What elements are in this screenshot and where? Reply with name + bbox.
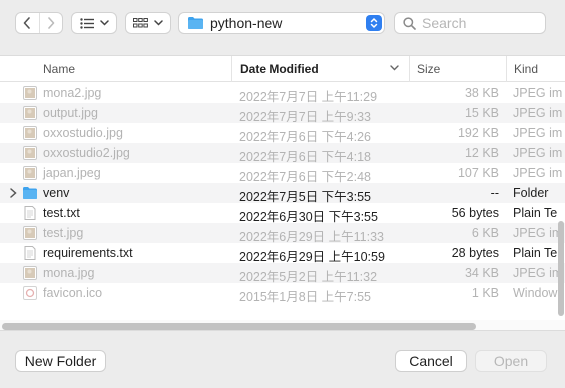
file-kind: JPEG im bbox=[513, 146, 563, 160]
current-folder-name: python-new bbox=[210, 15, 283, 31]
file-size: 34 KB bbox=[464, 266, 499, 280]
file-row: favicon.ico 2015年1月8日 上午7:55 1 KB Window bbox=[0, 283, 565, 304]
file-kind: Plain Te bbox=[513, 206, 558, 220]
open-button[interactable]: Open bbox=[475, 350, 547, 372]
column-header-kind[interactable]: Kind bbox=[506, 56, 565, 82]
file-row: oxxostudio.jpg 2022年7月6日 下午4:26 192 KB JPEG… bbox=[0, 123, 565, 144]
image-file-icon bbox=[22, 125, 38, 141]
file-size: 38 KB bbox=[464, 86, 499, 100]
file-row: oxxostudio2.jpg 2022年7月6日 下午4:18 12 KB JPEG… bbox=[0, 143, 565, 164]
column-header-size[interactable]: Size bbox=[409, 56, 506, 82]
chevron-down-icon bbox=[154, 20, 163, 26]
grid-view-button[interactable] bbox=[125, 12, 171, 34]
toolbar: python-new bbox=[0, 0, 565, 46]
file-row[interactable]: test.txt 2022年6月30日 下午3:55 56 bytes Plain T… bbox=[0, 203, 565, 224]
folder-icon bbox=[188, 17, 203, 29]
chevron-right-icon bbox=[48, 17, 55, 29]
file-size: 12 KB bbox=[464, 146, 499, 160]
text-file-icon bbox=[22, 245, 38, 261]
file-row[interactable]: requirements.txt 2022年6月29日 上午10:59 28 byt… bbox=[0, 243, 565, 264]
sort-chevron-down-icon bbox=[390, 65, 399, 71]
column-header-date-label: Date Modified bbox=[240, 62, 319, 76]
path-popup[interactable]: python-new bbox=[178, 12, 385, 34]
file-kind: JPEG im bbox=[513, 126, 563, 140]
file-kind: JPEG im bbox=[513, 166, 563, 180]
image-file-icon bbox=[22, 85, 38, 101]
up-down-chevron-icon bbox=[370, 17, 378, 29]
file-kind: Folder bbox=[513, 186, 549, 200]
text-file-icon bbox=[22, 205, 38, 221]
chevron-left-icon bbox=[24, 17, 31, 29]
file-size: 107 KB bbox=[457, 166, 499, 180]
file-name: mona2.jpg bbox=[43, 86, 102, 100]
file-size: 6 KB bbox=[471, 226, 499, 240]
list-view-button[interactable] bbox=[71, 12, 117, 34]
file-row: japan.jpeg 2022年7月6日 下午2:48 107 KB JPEG im bbox=[0, 163, 565, 184]
back-button[interactable] bbox=[16, 13, 39, 33]
file-date-modified: 2015年1月8日 上午7:55 bbox=[239, 290, 372, 304]
search-icon bbox=[403, 16, 416, 30]
horizontal-scroll-thumb[interactable] bbox=[2, 323, 476, 330]
column-header-name[interactable]: Name bbox=[43, 56, 75, 82]
column-header-date-modified[interactable]: Date Modified bbox=[231, 56, 409, 82]
file-name: mona.jpg bbox=[43, 266, 95, 280]
file-name: favicon.ico bbox=[43, 286, 103, 300]
image-file-icon bbox=[22, 105, 38, 121]
file-name: oxxostudio.jpg bbox=[43, 126, 123, 140]
file-row[interactable]: venv 2022年7月5日 下午3:55 -- Folder bbox=[0, 183, 565, 204]
file-name: japan.jpeg bbox=[43, 166, 101, 180]
file-size: 28 bytes bbox=[451, 246, 499, 260]
navigation-buttons bbox=[15, 12, 63, 34]
file-name: venv bbox=[43, 186, 70, 200]
file-name: output.jpg bbox=[43, 106, 98, 120]
forward-button[interactable] bbox=[38, 13, 62, 33]
image-file-icon bbox=[22, 225, 38, 241]
image-file-icon bbox=[22, 165, 38, 181]
file-row: mona.jpg 2022年5月2日 上午11:32 34 KB JPEG im bbox=[0, 263, 565, 284]
file-name: test.txt bbox=[43, 206, 80, 220]
image-file-icon bbox=[22, 145, 38, 161]
file-browser: Name Date Modified Size Kind mona2.jpg 20… bbox=[0, 55, 565, 331]
file-name: requirements.txt bbox=[43, 246, 133, 260]
list-view-icon bbox=[79, 17, 94, 29]
file-size: 56 bytes bbox=[451, 206, 499, 220]
cancel-button[interactable]: Cancel bbox=[395, 350, 467, 372]
file-name: test.jpg bbox=[43, 226, 84, 240]
path-stepper[interactable] bbox=[366, 15, 382, 31]
file-row: test.jpg 2022年6月29日 上午11:33 6 KB JPEG im bbox=[0, 223, 565, 244]
horizontal-scrollbar[interactable] bbox=[0, 320, 565, 330]
file-row: mona2.jpg 2022年7月7日 上午11:29 38 KB JPEG im bbox=[0, 83, 565, 104]
file-size: 1 KB bbox=[471, 286, 499, 300]
ico-file-icon bbox=[22, 285, 38, 301]
chevron-down-icon bbox=[99, 20, 109, 26]
file-name: oxxostudio2.jpg bbox=[43, 146, 130, 160]
file-size: -- bbox=[490, 186, 499, 200]
search-input[interactable] bbox=[422, 15, 532, 31]
file-kind: JPEG im bbox=[513, 106, 563, 120]
file-row: output.jpg 2022年7月7日 上午9:33 15 KB JPEG im bbox=[0, 103, 565, 124]
grid-view-icon bbox=[133, 17, 148, 27]
disclosure-triangle-icon[interactable] bbox=[8, 187, 18, 199]
vertical-scroll-thumb[interactable] bbox=[558, 221, 564, 316]
search-field[interactable] bbox=[394, 12, 546, 34]
file-size: 192 KB bbox=[457, 126, 499, 140]
new-folder-button[interactable]: New Folder bbox=[15, 350, 106, 372]
file-list: mona2.jpg 2022年7月7日 上午11:29 38 KB JPEG im ou… bbox=[0, 83, 565, 304]
file-kind: JPEG im bbox=[513, 86, 563, 100]
image-file-icon bbox=[22, 265, 38, 281]
file-size: 15 KB bbox=[464, 106, 499, 120]
column-header: Name Date Modified Size Kind bbox=[0, 56, 565, 82]
folder-icon bbox=[22, 185, 38, 201]
